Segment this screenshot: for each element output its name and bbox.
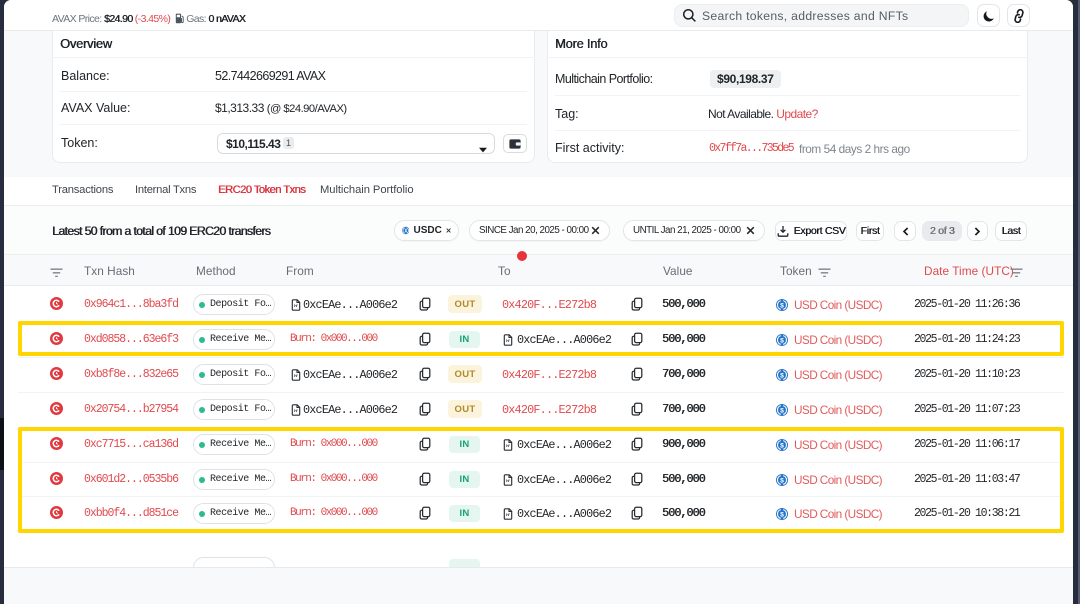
svg-text:$: $: [780, 302, 784, 309]
svg-text:$: $: [780, 372, 784, 379]
svg-text:$: $: [780, 407, 784, 414]
